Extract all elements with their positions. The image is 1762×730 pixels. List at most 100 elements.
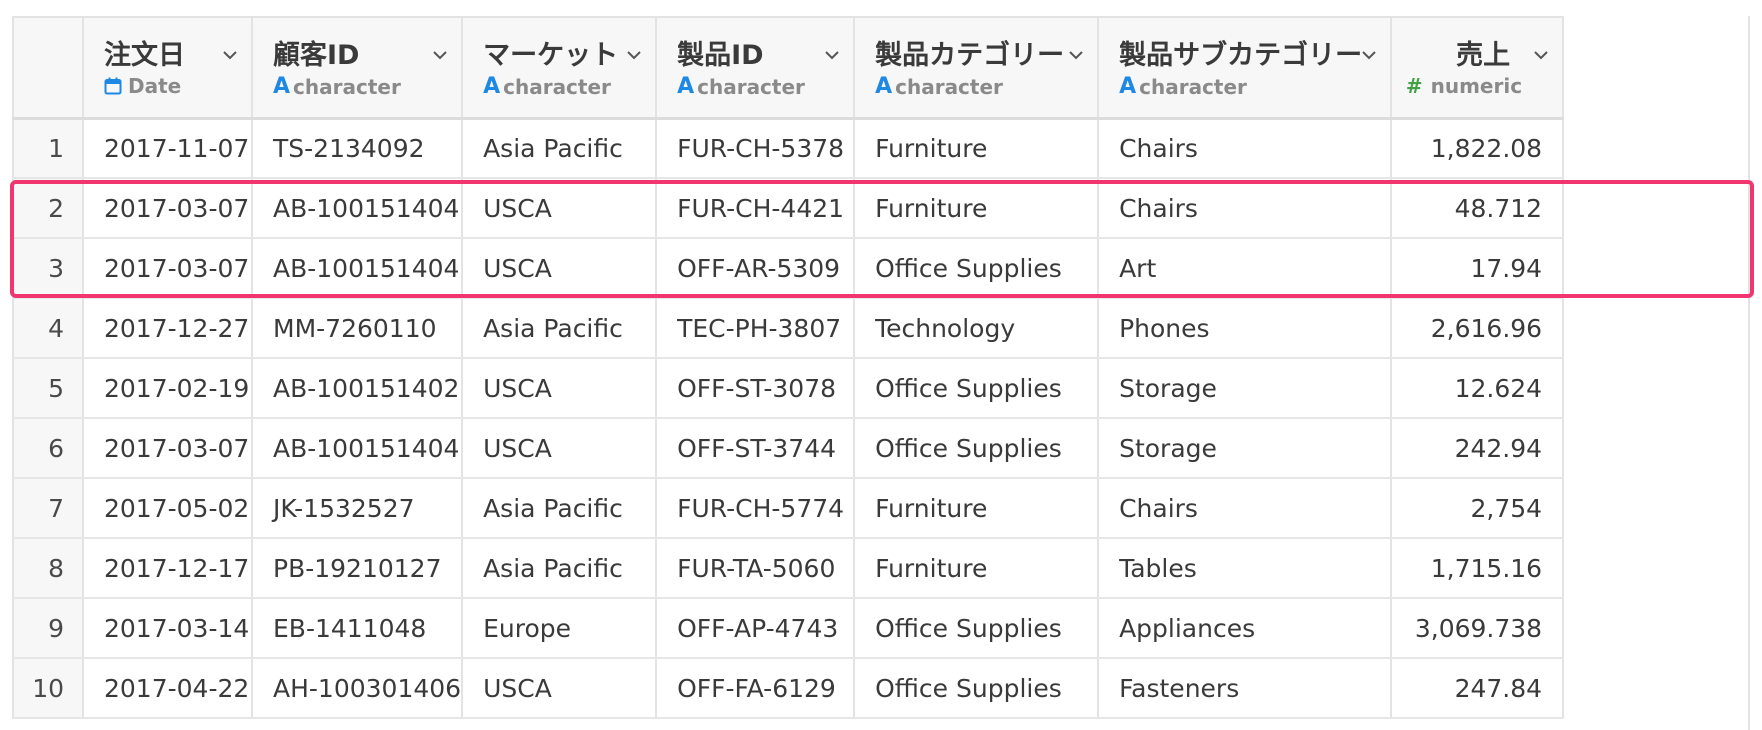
cell-market[interactable]: USCA (462, 358, 658, 419)
column-header-customer-id[interactable]: 顧客ID A character (252, 16, 464, 120)
cell-sales[interactable]: 48.712 (1391, 178, 1565, 239)
chevron-down-icon[interactable] (1362, 48, 1376, 62)
cell-sales[interactable]: 2,616.96 (1391, 298, 1565, 359)
cell-product-subcategory[interactable]: Art (1098, 238, 1393, 299)
cell-customer-id[interactable]: AB-100151404 (252, 418, 464, 479)
cell-product-id[interactable]: OFF-FA-6129 (656, 658, 856, 719)
column-header-product-subcategory[interactable]: 製品サブカテゴリー A character (1098, 16, 1393, 120)
cell-sales[interactable]: 17.94 (1391, 238, 1565, 299)
cell-sales[interactable]: 242.94 (1391, 418, 1565, 479)
cell-customer-id[interactable]: MM-7260110 (252, 298, 464, 359)
table-row[interactable]: 2 2017-03-07 AB-100151404 USCA FUR-CH-44… (12, 178, 1565, 239)
cell-product-category[interactable]: Office Supplies (854, 358, 1100, 419)
cell-product-id[interactable]: OFF-AR-5309 (656, 238, 856, 299)
cell-sales[interactable]: 1,715.16 (1391, 538, 1565, 599)
cell-customer-id[interactable]: AB-100151404 (252, 238, 464, 299)
cell-sales[interactable]: 1,822.08 (1391, 118, 1565, 179)
chevron-down-icon[interactable] (433, 48, 447, 62)
cell-sales[interactable]: 12.624 (1391, 358, 1565, 419)
cell-product-subcategory[interactable]: Appliances (1098, 598, 1393, 659)
table-row[interactable]: 4 2017-12-27 MM-7260110 Asia Pacific TEC… (12, 298, 1565, 359)
cell-sales[interactable]: 247.84 (1391, 658, 1565, 719)
cell-product-subcategory[interactable]: Fasteners (1098, 658, 1393, 719)
cell-market[interactable]: USCA (462, 658, 658, 719)
column-name: マーケット (483, 40, 619, 71)
column-header-order-date[interactable]: 注文日 Date (83, 16, 253, 120)
cell-product-category[interactable]: Office Supplies (854, 418, 1100, 479)
calendar-icon (104, 77, 122, 95)
chevron-down-icon[interactable] (1069, 48, 1083, 62)
cell-order-date[interactable]: 2017-03-14 (83, 598, 253, 659)
cell-product-id[interactable]: TEC-PH-3807 (656, 298, 856, 359)
cell-market[interactable]: USCA (462, 178, 658, 239)
cell-product-id[interactable]: OFF-AP-4743 (656, 598, 856, 659)
row-index-header (12, 16, 84, 120)
cell-product-id[interactable]: FUR-CH-5378 (656, 118, 856, 179)
cell-customer-id[interactable]: JK-1532527 (252, 478, 464, 539)
cell-product-subcategory[interactable]: Storage (1098, 358, 1393, 419)
cell-customer-id[interactable]: EB-1411048 (252, 598, 464, 659)
cell-product-subcategory[interactable]: Tables (1098, 538, 1393, 599)
cell-product-id[interactable]: FUR-TA-5060 (656, 538, 856, 599)
table-row[interactable]: 6 2017-03-07 AB-100151404 USCA OFF-ST-37… (12, 418, 1565, 479)
cell-customer-id[interactable]: TS-2134092 (252, 118, 464, 179)
cell-market[interactable]: Asia Pacific (462, 538, 658, 599)
cell-product-category[interactable]: Office Supplies (854, 238, 1100, 299)
cell-sales[interactable]: 3,069.738 (1391, 598, 1565, 659)
column-header-sales[interactable]: 売上 # numeric (1391, 16, 1565, 120)
table-row[interactable]: 9 2017-03-14 EB-1411048 Europe OFF-AP-47… (12, 598, 1565, 659)
cell-market[interactable]: USCA (462, 238, 658, 299)
cell-market[interactable]: Asia Pacific (462, 478, 658, 539)
cell-order-date[interactable]: 2017-03-07 (83, 178, 253, 239)
table-row[interactable]: 3 2017-03-07 AB-100151404 USCA OFF-AR-53… (12, 238, 1565, 299)
cell-order-date[interactable]: 2017-03-07 (83, 418, 253, 479)
cell-order-date[interactable]: 2017-11-07 (83, 118, 253, 179)
cell-customer-id[interactable]: PB-19210127 (252, 538, 464, 599)
cell-product-subcategory[interactable]: Chairs (1098, 118, 1393, 179)
column-type-label: numeric (1430, 74, 1523, 98)
cell-product-category[interactable]: Furniture (854, 478, 1100, 539)
chevron-down-icon[interactable] (1534, 48, 1548, 62)
table-row[interactable]: 5 2017-02-19 AB-100151402 USCA OFF-ST-30… (12, 358, 1565, 419)
cell-order-date[interactable]: 2017-03-07 (83, 238, 253, 299)
cell-market[interactable]: USCA (462, 418, 658, 479)
cell-product-subcategory[interactable]: Chairs (1098, 478, 1393, 539)
cell-order-date[interactable]: 2017-12-17 (83, 538, 253, 599)
cell-order-date[interactable]: 2017-04-22 (83, 658, 253, 719)
chevron-down-icon[interactable] (627, 48, 641, 62)
cell-customer-id[interactable]: AH-100301406 (252, 658, 464, 719)
table-row[interactable]: 7 2017-05-02 JK-1532527 Asia Pacific FUR… (12, 478, 1565, 539)
cell-market[interactable]: Europe (462, 598, 658, 659)
column-name: 製品サブカテゴリー (1119, 40, 1363, 71)
cell-product-id[interactable]: OFF-ST-3744 (656, 418, 856, 479)
cell-product-subcategory[interactable]: Storage (1098, 418, 1393, 479)
cell-product-category[interactable]: Office Supplies (854, 598, 1100, 659)
cell-product-category[interactable]: Technology (854, 298, 1100, 359)
cell-order-date[interactable]: 2017-02-19 (83, 358, 253, 419)
character-type-icon: A (875, 74, 893, 99)
cell-sales[interactable]: 2,754 (1391, 478, 1565, 539)
table-row[interactable]: 8 2017-12-17 PB-19210127 Asia Pacific FU… (12, 538, 1565, 599)
cell-order-date[interactable]: 2017-12-27 (83, 298, 253, 359)
table-row[interactable]: 1 2017-11-07 TS-2134092 Asia Pacific FUR… (12, 118, 1565, 179)
chevron-down-icon[interactable] (825, 48, 839, 62)
cell-product-category[interactable]: Furniture (854, 538, 1100, 599)
column-header-product-category[interactable]: 製品カテゴリー A character (854, 16, 1100, 120)
cell-market[interactable]: Asia Pacific (462, 118, 658, 179)
cell-product-category[interactable]: Furniture (854, 118, 1100, 179)
cell-customer-id[interactable]: AB-100151404 (252, 178, 464, 239)
cell-product-id[interactable]: FUR-CH-5774 (656, 478, 856, 539)
cell-product-id[interactable]: OFF-ST-3078 (656, 358, 856, 419)
column-header-product-id[interactable]: 製品ID A character (656, 16, 856, 120)
cell-product-subcategory[interactable]: Phones (1098, 298, 1393, 359)
cell-product-id[interactable]: FUR-CH-4421 (656, 178, 856, 239)
cell-order-date[interactable]: 2017-05-02 (83, 478, 253, 539)
table-row[interactable]: 10 2017-04-22 AH-100301406 USCA OFF-FA-6… (12, 658, 1565, 719)
column-header-market[interactable]: マーケット A character (462, 16, 658, 120)
cell-product-category[interactable]: Furniture (854, 178, 1100, 239)
chevron-down-icon[interactable] (223, 48, 237, 62)
cell-product-category[interactable]: Office Supplies (854, 658, 1100, 719)
cell-market[interactable]: Asia Pacific (462, 298, 658, 359)
cell-product-subcategory[interactable]: Chairs (1098, 178, 1393, 239)
cell-customer-id[interactable]: AB-100151402 (252, 358, 464, 419)
